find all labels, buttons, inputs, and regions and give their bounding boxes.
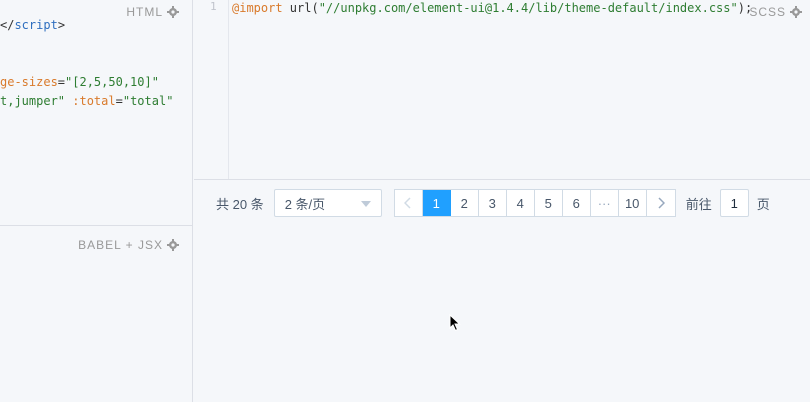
html-code-token: </: [0, 18, 15, 32]
page-button-1[interactable]: 1: [422, 190, 451, 216]
page-size-select[interactable]: 2 条/页: [273, 189, 382, 217]
html-code-line-2: ge-sizes="[2,5,50,10]": [0, 74, 159, 90]
gear-icon[interactable]: [790, 6, 802, 18]
babel-editor[interactable]: BABEL + JSX: [0, 225, 193, 402]
html-code-line-1: </script>: [0, 17, 65, 33]
page-button-4[interactable]: 4: [507, 190, 535, 216]
dropdown-arrow-icon: [360, 201, 371, 207]
jump-prefix: 前往: [685, 196, 712, 212]
page-size-value: 2 条/页: [284, 196, 326, 212]
prev-page-button[interactable]: [395, 190, 423, 216]
page-jumper: 前往 1 页: [686, 189, 770, 217]
page-button-10[interactable]: 10: [619, 190, 647, 216]
html-code-token: >: [57, 18, 66, 32]
babel-pane-label: BABEL + JSX: [78, 238, 163, 252]
line-number: 1: [210, 0, 217, 13]
gear-icon[interactable]: [167, 6, 179, 18]
scss-code-token: "//unpkg.com/element-ui@1.4.4/lib/theme-…: [318, 1, 738, 15]
html-code-line-3: t,jumper" :total="total": [0, 93, 173, 109]
html-editor[interactable]: HTML </script> ge-sizes="[2,5,50,10]" t,…: [0, 0, 193, 225]
scss-code-line-1: @import url("//unpkg.com/element-ui@1.4.…: [232, 0, 752, 16]
html-pane-header: HTML: [126, 5, 179, 19]
jump-suffix: 页: [756, 196, 770, 212]
right-column: 1 @import url("//unpkg.com/element-ui@1.…: [194, 0, 810, 402]
scss-editor[interactable]: 1 @import url("//unpkg.com/element-ui@1.…: [194, 0, 810, 180]
prev-chevron-icon: [404, 197, 411, 209]
page-button-2[interactable]: 2: [451, 190, 479, 216]
result-preview: 共 20 条 2 条/页 1 2 3 4 5 6 ··· 10 前往 1 页: [194, 181, 810, 402]
html-code-token: =: [57, 75, 66, 89]
pagination: 共 20 条 2 条/页 1 2 3 4 5 6 ··· 10 前往 1 页: [216, 189, 770, 217]
html-code-token: "total": [122, 94, 174, 108]
html-code-token: "[2,5,50,10]": [65, 75, 159, 89]
left-editor-column: HTML </script> ge-sizes="[2,5,50,10]" t,…: [0, 0, 193, 402]
line-gutter: 1: [194, 0, 229, 179]
next-chevron-icon: [658, 197, 665, 209]
scss-pane-header: SCSS: [749, 5, 802, 19]
html-code-token: ge-sizes: [0, 75, 58, 89]
html-code-token: :total: [65, 94, 116, 108]
html-code-token: script: [14, 18, 58, 32]
babel-pane-header: BABEL + JSX: [78, 238, 179, 252]
more-pages-button[interactable]: ···: [591, 190, 619, 216]
scss-pane-label: SCSS: [749, 5, 786, 19]
jump-page-input[interactable]: 1: [719, 189, 749, 217]
gear-icon[interactable]: [167, 239, 179, 251]
pagination-total: 共 20 条: [216, 196, 264, 212]
page-button-6[interactable]: 6: [563, 190, 591, 216]
mouse-cursor-icon: [449, 314, 461, 332]
html-code-token: t,jumper": [0, 94, 66, 108]
html-pane-label: HTML: [126, 5, 163, 19]
scss-code-token: url(: [282, 1, 319, 15]
scss-code-token: @import: [232, 1, 283, 15]
pager-list: 1 2 3 4 5 6 ··· 10: [393, 189, 676, 217]
page-button-3[interactable]: 3: [479, 190, 507, 216]
html-code-token: =: [115, 94, 123, 108]
next-page-button[interactable]: [647, 190, 675, 216]
page-button-5[interactable]: 5: [535, 190, 563, 216]
